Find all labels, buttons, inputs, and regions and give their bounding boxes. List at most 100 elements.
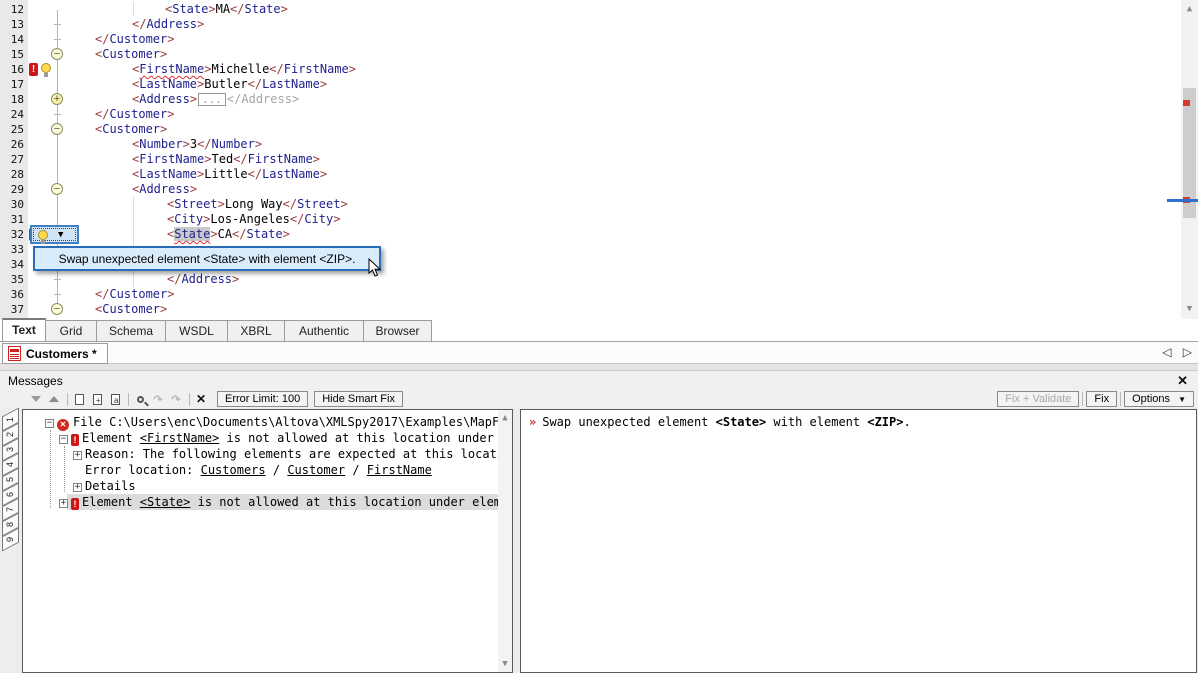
copy-message-icon[interactable]: + bbox=[89, 392, 105, 406]
tab-browser[interactable]: Browser bbox=[363, 320, 432, 341]
toolbar-separator bbox=[1120, 392, 1121, 406]
code-line[interactable]: 26<Number>3</Number> bbox=[0, 137, 1180, 152]
tag-bracket: > bbox=[283, 227, 290, 241]
tag-bracket: > bbox=[160, 302, 167, 316]
message-row[interactable]: +!Element <State> is not allowed at this… bbox=[23, 494, 513, 510]
scroll-up-icon[interactable]: ▲ bbox=[498, 411, 512, 426]
code-line[interactable]: 35</Address> bbox=[0, 272, 1180, 287]
move-up-icon[interactable] bbox=[46, 392, 62, 406]
smart-fix-bulb-dropdown[interactable]: ▼ bbox=[30, 225, 79, 244]
code-line[interactable]: 28<LastName>Little</LastName> bbox=[0, 167, 1180, 182]
collapse-icon[interactable]: − bbox=[59, 435, 68, 444]
tab-grid[interactable]: Grid bbox=[45, 320, 97, 341]
message-link[interactable]: <FirstName> bbox=[140, 431, 219, 445]
tree-scrollbar[interactable]: ▲ ▼ bbox=[498, 410, 512, 672]
smart-fix-detail-pane[interactable]: »Swap unexpected element <State> with el… bbox=[520, 409, 1197, 673]
xml-text-editor[interactable]: 12<State>MA</State>13</Address>14</Custo… bbox=[0, 0, 1198, 319]
editor-scrollbar[interactable]: ▲ ▼ bbox=[1181, 0, 1198, 319]
copy-icon[interactable] bbox=[71, 392, 87, 406]
line-number: 37 bbox=[0, 302, 24, 317]
message-link[interactable]: Customer bbox=[287, 463, 345, 477]
scroll-up-icon[interactable]: ▲ bbox=[1181, 2, 1198, 17]
expand-icon[interactable]: + bbox=[73, 483, 82, 492]
scroll-down-icon[interactable]: ▼ bbox=[1181, 302, 1198, 317]
fold-collapse-icon[interactable]: − bbox=[51, 123, 63, 135]
message-row[interactable]: +Details bbox=[23, 478, 513, 494]
fold-collapse-icon[interactable]: − bbox=[51, 183, 63, 195]
toolbar-separator bbox=[67, 393, 68, 406]
message-row[interactable]: −!Element <FirstName> is not allowed at … bbox=[23, 430, 513, 446]
validation-message-tree[interactable]: −✕File C:\Users\enc\Documents\Altova\XML… bbox=[22, 409, 513, 673]
smart-fix-detail-row[interactable]: »Swap unexpected element <State> with el… bbox=[529, 415, 911, 429]
code-line[interactable]: 15<Customer> bbox=[0, 47, 1180, 62]
clear-icon[interactable]: ✕ bbox=[193, 392, 209, 406]
find-icon[interactable] bbox=[132, 392, 148, 406]
hide-smart-fix-button[interactable]: Hide Smart Fix bbox=[314, 391, 403, 407]
tag-bracket: > bbox=[349, 62, 356, 76]
fold-collapse-icon[interactable]: − bbox=[51, 48, 63, 60]
scroll-down-icon[interactable]: ▼ bbox=[498, 657, 512, 672]
code-line[interactable]: 29<Address> bbox=[0, 182, 1180, 197]
code-line[interactable]: 30<Street>Long Way</Street> bbox=[0, 197, 1180, 212]
code-line[interactable]: 31<City>Los-Angeles</City> bbox=[0, 212, 1180, 227]
code-line[interactable]: 17<LastName>Butler</LastName> bbox=[0, 77, 1180, 92]
chevron-down-icon: ▼ bbox=[1178, 395, 1186, 404]
message-row[interactable]: −✕File C:\Users\enc\Documents\Altova\XML… bbox=[23, 414, 513, 430]
smart-fix-suggestion-popup[interactable]: Swap unexpected element <State> with ele… bbox=[33, 246, 381, 271]
line-number: 30 bbox=[0, 197, 24, 212]
fold-collapse-icon[interactable]: − bbox=[51, 303, 63, 315]
code-line[interactable]: 24</Customer> bbox=[0, 107, 1180, 122]
message-row[interactable]: +Reason: The following elements are expe… bbox=[23, 446, 513, 462]
collapse-icon[interactable]: − bbox=[45, 419, 54, 428]
expand-icon[interactable]: + bbox=[73, 451, 82, 460]
message-row[interactable]: Error location: Customers / Customer / F… bbox=[23, 462, 513, 478]
code-text: <FirstName>Ted</FirstName> bbox=[132, 152, 320, 167]
text-content: CA bbox=[218, 227, 232, 241]
tag-name: Street bbox=[174, 197, 217, 211]
code-text: <LastName>Little</LastName> bbox=[132, 167, 327, 182]
file-tab-customers[interactable]: Customers * bbox=[2, 343, 108, 364]
error-limit-button[interactable]: Error Limit: 100 bbox=[217, 391, 308, 407]
close-icon[interactable]: ✕ bbox=[1177, 373, 1188, 389]
messages-title: Messages bbox=[8, 374, 63, 388]
toolbar-separator bbox=[189, 393, 190, 406]
fold-expand-icon[interactable]: + bbox=[51, 93, 63, 105]
code-line[interactable]: 12<State>MA</State> bbox=[0, 2, 1180, 17]
collapsed-fold-box[interactable]: ... bbox=[198, 93, 226, 106]
tag-name: Address bbox=[181, 272, 232, 286]
text-content: Michelle bbox=[212, 62, 270, 76]
code-text: <Number>3</Number> bbox=[132, 137, 262, 152]
lightbulb-icon[interactable] bbox=[41, 63, 51, 73]
options-button[interactable]: Options ▼ bbox=[1124, 391, 1194, 407]
copy-all-icon[interactable]: a bbox=[107, 392, 123, 406]
fix-validate-button[interactable]: Fix + Validate bbox=[997, 391, 1079, 407]
code-line[interactable]: 27<FirstName>Ted</FirstName> bbox=[0, 152, 1180, 167]
tab-authentic[interactable]: Authentic bbox=[284, 320, 364, 341]
tab-text[interactable]: Text bbox=[2, 318, 46, 341]
code-line[interactable]: 25<Customer> bbox=[0, 122, 1180, 137]
code-line[interactable]: 37 <Customer> bbox=[0, 302, 1180, 317]
message-link[interactable]: FirstName bbox=[367, 463, 432, 477]
code-line[interactable]: 36</Customer> bbox=[0, 287, 1180, 302]
message-link[interactable]: Customers bbox=[201, 463, 266, 477]
tab-scroll-left-icon[interactable]: ◁ bbox=[1162, 345, 1171, 359]
line-number: 17 bbox=[0, 77, 24, 92]
tag-name: Customer bbox=[109, 107, 167, 121]
tag-bracket: </ bbox=[95, 32, 109, 46]
message-window-tab-9[interactable]: 9 bbox=[2, 527, 19, 551]
message-link[interactable]: <State> bbox=[140, 495, 191, 509]
code-line[interactable]: 16!<FirstName>Michelle</FirstName> bbox=[0, 62, 1180, 77]
tab-schema[interactable]: Schema bbox=[96, 320, 166, 341]
tab-scroll-right-icon[interactable]: ▷ bbox=[1183, 345, 1192, 359]
line-number: 13 bbox=[0, 17, 24, 32]
fix-button[interactable]: Fix bbox=[1086, 391, 1117, 407]
code-line[interactable]: 18<Address>...</Address> bbox=[0, 92, 1180, 107]
expand-icon[interactable]: + bbox=[59, 499, 68, 508]
tab-wsdl[interactable]: WSDL bbox=[165, 320, 228, 341]
code-line[interactable]: 13</Address> bbox=[0, 17, 1180, 32]
code-text: <Customer> bbox=[95, 302, 167, 317]
code-line[interactable]: 14</Customer> bbox=[0, 32, 1180, 47]
tab-number: 9 bbox=[4, 532, 17, 547]
code-line[interactable]: 32!<State>CA</State> bbox=[0, 227, 1180, 242]
tab-xbrl[interactable]: XBRL bbox=[227, 320, 285, 341]
